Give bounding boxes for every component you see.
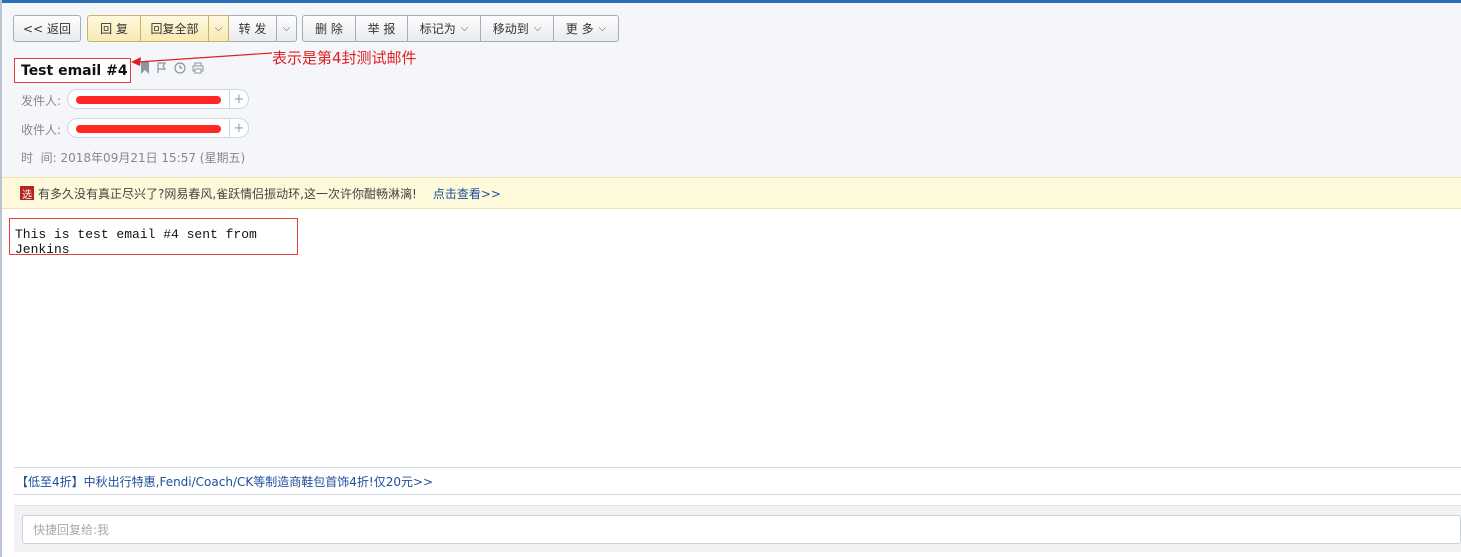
subject-highlight-box: Test email #4 — [14, 58, 131, 83]
email-body: This is test email #4 sent from Jenkins — [15, 227, 257, 257]
reply-all-button[interactable]: 回复全部 — [141, 15, 209, 42]
sender-address[interactable]: + — [67, 89, 249, 109]
mark-as-button[interactable]: 标记为 ⌵ — [408, 15, 481, 42]
sender-label: 发件人: — [21, 94, 62, 108]
reply-all-dropdown[interactable]: ⌵ — [209, 15, 229, 42]
toolbar-actions-group: 删 除 举 报 标记为 ⌵ 移动到 ⌵ 更 多 ⌵ — [302, 15, 619, 42]
time-value: 2018年09月21日 15:57 (星期五) — [60, 151, 246, 165]
recipient-address[interactable]: + — [67, 118, 249, 138]
back-button[interactable]: << 返回 — [13, 15, 81, 42]
promo-icon: 选 — [20, 186, 34, 201]
chevron-down-icon: ⌵ — [460, 23, 469, 34]
promo-link[interactable]: 点击查看>> — [433, 185, 501, 202]
delete-button[interactable]: 删 除 — [302, 15, 356, 42]
add-contact-icon[interactable]: + — [229, 90, 248, 108]
promo-bar: 选 有多久没有真正尽兴了?网易春风,雀跃情侣振动环,这一次许你酣畅淋漓! 点击查… — [2, 177, 1461, 209]
email-subject: Test email #4 — [21, 62, 128, 79]
quick-reply-area — [14, 505, 1461, 552]
report-button[interactable]: 举 报 — [356, 15, 408, 42]
add-contact-icon[interactable]: + — [229, 119, 248, 137]
annotation-arrow — [131, 52, 273, 66]
forward-dropdown[interactable]: ⌵ — [277, 15, 297, 42]
redaction-mark — [76, 125, 221, 133]
sent-time: 时 间: 2018年09月21日 15:57 (星期五) — [21, 149, 245, 166]
move-to-label: 移动到 — [492, 22, 529, 36]
time-label: 时 间: — [21, 151, 57, 165]
chevron-down-icon: ⌵ — [282, 23, 291, 34]
footer-ad-link[interactable]: 【低至4折】中秋出行特惠,Fendi/Coach/CK等制造商鞋包首饰4折!仅2… — [16, 473, 433, 490]
recipient-label: 收件人: — [21, 123, 62, 137]
toolbar-reply-group: 回 复 回复全部 ⌵ 转 发 ⌵ — [87, 15, 297, 42]
redaction-mark — [76, 96, 221, 104]
annotation-text: 表示是第4封测试邮件 — [272, 49, 417, 67]
reply-button[interactable]: 回 复 — [87, 15, 141, 42]
mark-as-label: 标记为 — [419, 22, 456, 36]
footer-ad-bar: 【低至4折】中秋出行特惠,Fendi/Coach/CK等制造商鞋包首饰4折!仅2… — [14, 467, 1461, 495]
chevron-down-icon: ⌵ — [214, 23, 223, 34]
forward-button[interactable]: 转 发 — [229, 15, 277, 42]
quick-reply-input[interactable] — [22, 515, 1461, 544]
chevron-down-icon: ⌵ — [598, 23, 607, 34]
promo-text: 有多久没有真正尽兴了?网易春风,雀跃情侣振动环,这一次许你酣畅淋漓! — [38, 186, 417, 201]
move-to-button[interactable]: 移动到 ⌵ — [481, 15, 554, 42]
more-button[interactable]: 更 多 ⌵ — [554, 15, 619, 42]
toolbar-back-group: << 返回 — [13, 15, 81, 42]
chevron-down-icon: ⌵ — [533, 23, 542, 34]
email-body-highlight-box: This is test email #4 sent from Jenkins — [9, 218, 298, 257]
more-label: 更 多 — [565, 22, 594, 36]
